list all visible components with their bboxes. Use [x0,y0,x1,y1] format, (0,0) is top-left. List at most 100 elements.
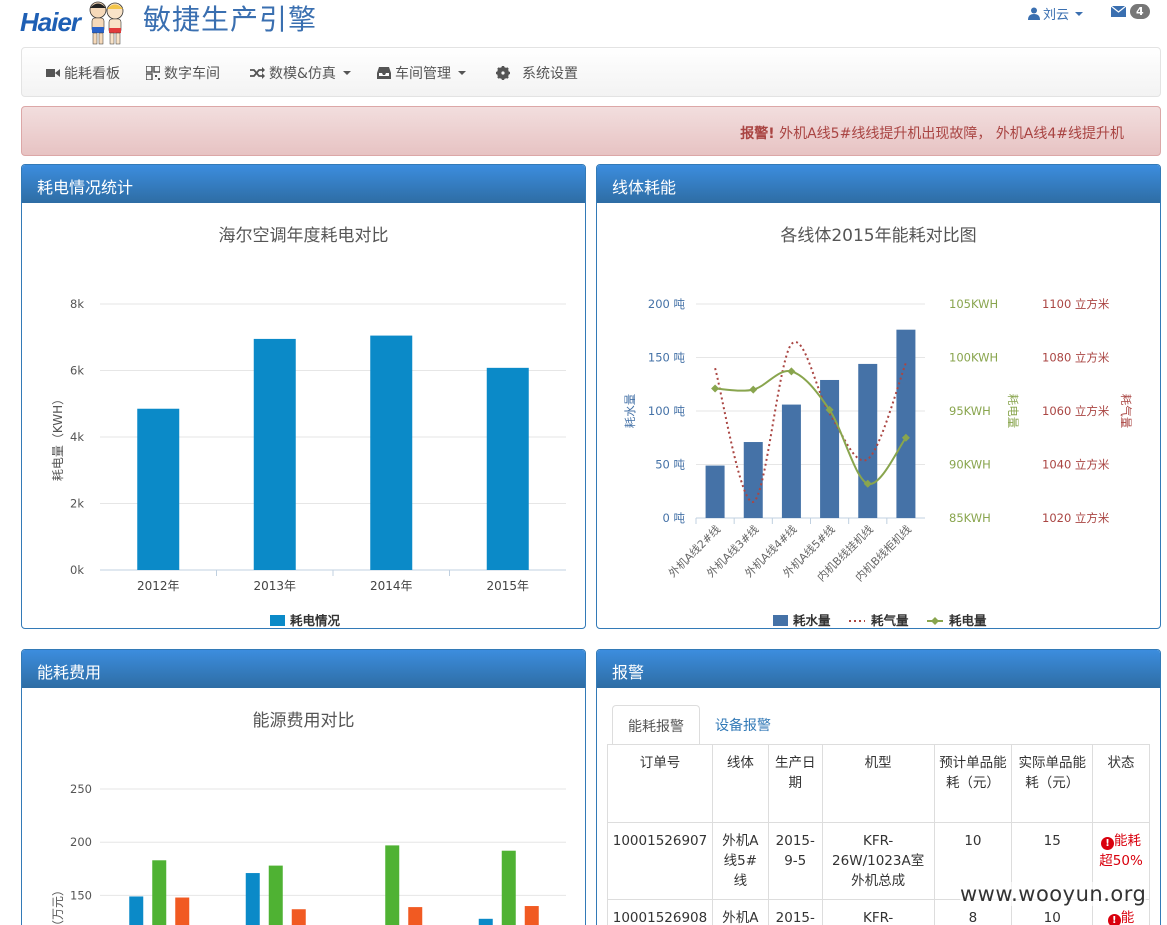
brand[interactable]: Haier [20,0,130,45]
message-count-badge: 4 [1130,4,1150,19]
y-tick-label: 150 [70,888,92,902]
y-tick-label: 6k [70,364,84,378]
messages-button[interactable]: 4 [1111,4,1150,19]
legend-swatch [773,615,788,626]
exclamation-icon: ! [1107,914,1121,925]
alert-banner: 报警! 外机A线5#线线提升机出现故障， 外机A线4#线提升机 [21,106,1161,156]
random-icon [250,67,265,79]
user-icon [1028,7,1040,20]
tab-energy-alarm[interactable]: 能耗报警 [612,705,700,745]
y-tick-label: 2k [70,497,84,511]
bar [370,335,413,570]
annual-power-bar-chart: 0k 2k 4k 6k 8k 耗电量（KWH） 2012年 2013年 2014年 2015年耗电… [51,297,566,628]
y3-tick-label: 1020 立方米 [1042,511,1110,525]
nav-workshop-management[interactable]: 车间管理 [377,48,466,98]
bar [486,367,529,570]
nav-digital-workshop[interactable]: 数字车间 [146,48,220,98]
bar [385,845,400,925]
y3-tick-label: 1080 立方米 [1042,351,1110,365]
user-menu[interactable]: 刘云 [1028,4,1084,23]
tab-equipment-alarm[interactable]: 设备报警 [700,705,786,745]
inbox-icon [377,67,391,79]
alarm-tabs: 能耗报警 设备报警 [612,705,786,745]
bar [175,897,190,925]
y-axis-label: 耗水量 [623,394,637,429]
y-tick-label: 150 吨 [648,351,686,365]
exclamation-icon: ! [1101,837,1115,850]
panel-title: 耗电情况统计 [22,165,585,203]
chevron-down-icon [458,71,466,75]
envelope-icon [1111,6,1126,17]
panel-title: 报警 [597,650,1160,688]
power-stats-panel: 耗电情况统计 海尔空调年度耗电对比 0k 2k 4k 6k 8k 耗电量（KWH） 2012… [21,164,586,629]
energy-cost-bar-chart: 100150200250费用（万元） [51,782,566,925]
energy-cost-panel: 能耗费用 能源费用对比 100150200250费用（万元） [21,649,586,925]
nav-system-settings[interactable]: 系统设置 [496,48,578,98]
app-title: 敏捷生产引擎 [143,3,318,36]
line-energy-panel: 线体耗能 各线体2015年能耗对比图 0 吨 85KWH 1020 立方米 50 吨9… [596,164,1161,629]
bar [152,860,167,925]
legend-marker [931,617,939,625]
alert-message: 报警! 外机A线5#线线提升机出现故障， 外机A线4#线提升机 [740,126,1124,142]
nav-modeling-simulation[interactable]: 数模&仿真 [250,48,351,98]
y-tick-label: 4k [70,430,84,444]
main-navbar: 能耗看板 数字车间 数模&仿真 车间管理 系统设置 [21,47,1161,97]
column-header[interactable]: 预计单品能耗（元） [933,744,1013,823]
column-header[interactable]: 线体 [711,744,769,823]
data-point [711,384,720,393]
series-line-gas [714,340,907,503]
y3-tick-label: 1060 立方米 [1042,404,1110,418]
legend-label: 耗电情况 [290,613,341,628]
series-line-power [715,370,907,485]
y-tick-label: 250 [70,782,92,796]
video-icon [46,69,60,77]
y3-axis-label: 耗气量 [1119,394,1133,429]
nav-energy-board[interactable]: 能耗看板 [46,48,120,98]
x-tick-label: 2012年 [137,579,180,593]
bar [896,329,916,518]
y-tick-label: 100 吨 [648,404,686,418]
user-name: 刘云 [1043,8,1070,23]
x-tick-label: 2015年 [486,579,529,593]
y2-tick-label: 100KWH [949,351,998,365]
bar [705,465,725,518]
y-axis-label: 耗电量（KWH） [51,393,65,481]
x-tick-label: 2013年 [253,579,296,593]
data-point [749,385,758,394]
line-energy-combo-chart: 0 吨 85KWH 1020 立方米 50 吨 90KWH 1040 立方米 100 吨 95… [623,297,1133,628]
bar [858,363,878,518]
y-tick-label: 50 吨 [655,458,685,472]
y-tick-label: 200 [70,835,92,849]
column-header[interactable]: 订单号 [607,744,713,823]
y2-tick-label: 90KWH [949,458,991,472]
bar [137,408,180,570]
bar [501,850,516,925]
column-header[interactable]: 状态 [1092,744,1150,823]
bar [129,896,144,925]
x-tick-label: 2014年 [370,579,413,593]
column-header[interactable]: 机型 [821,744,935,823]
y-tick-label: 0 吨 [663,511,686,525]
y2-tick-label: 85KWH [949,511,991,525]
y-tick-label: 0k [70,563,84,577]
legend-label: 耗电量 [949,613,987,628]
y3-tick-label: 1040 立方米 [1042,458,1110,472]
haier-logo[interactable]: Haier [20,7,81,38]
legend-swatch [270,615,285,626]
panel-title: 线体耗能 [597,165,1160,203]
y-axis-label: 费用（万元） [51,884,65,925]
column-header[interactable]: 生产日期 [767,744,823,823]
bar [253,338,296,570]
y2-tick-label: 105KWH [949,297,998,311]
bar [524,906,539,925]
column-header[interactable]: 实际单品能耗（元） [1011,744,1094,823]
chevron-down-icon [342,71,351,75]
bar [291,909,306,925]
haier-brothers-mascot-icon [89,1,124,45]
legend-label: 耗水量 [793,613,831,628]
panel-title: 能耗费用 [22,650,585,688]
chevron-down-icon [1075,11,1084,16]
y2-axis-label: 耗电量 [1006,394,1020,429]
y-tick-label: 200 吨 [648,297,686,311]
bar [743,442,763,518]
